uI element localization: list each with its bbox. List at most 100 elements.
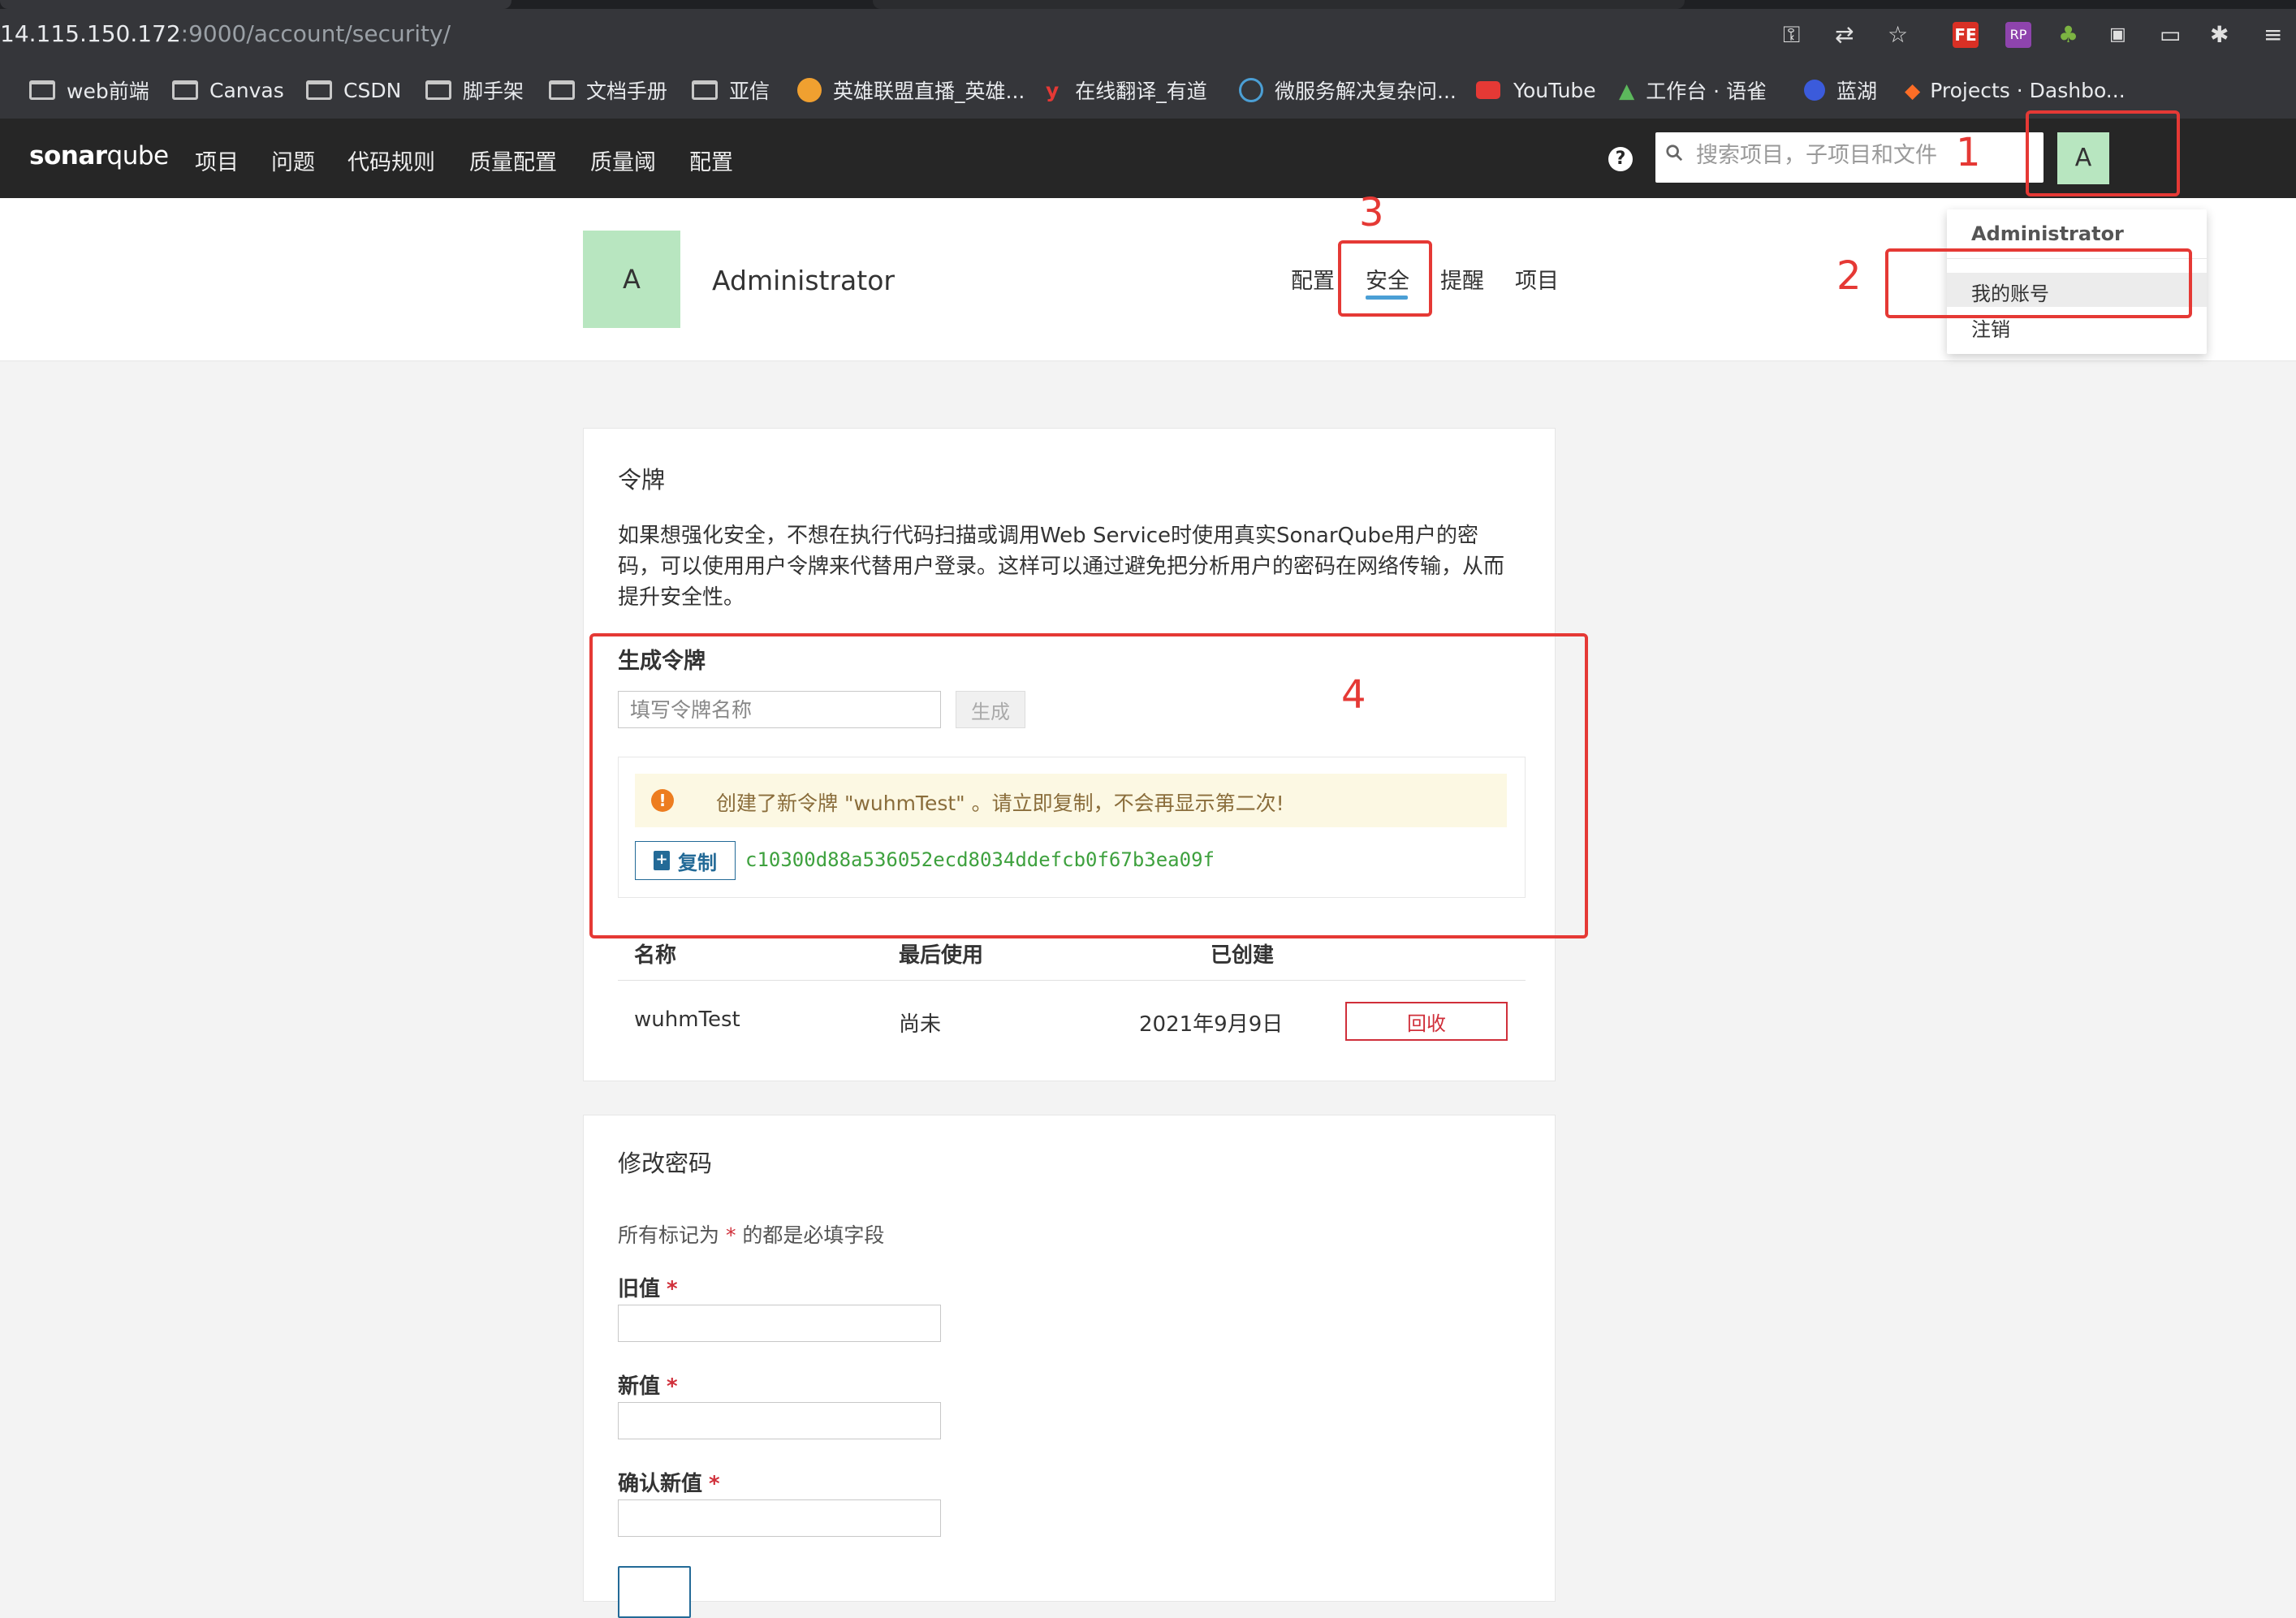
bookmark-label: 蓝湖: [1836, 80, 1878, 103]
bookmark-label: Projects · Dashbo...: [1930, 78, 2126, 102]
plant-extension-icon[interactable]: ♣: [2058, 22, 2078, 48]
column-header-last-used: 最后使用: [899, 943, 984, 968]
annotation-box-3: [1338, 240, 1432, 317]
nav-item-projects[interactable]: 项目: [195, 145, 239, 176]
nav-item-issues[interactable]: 问题: [271, 145, 315, 176]
old-password-field[interactable]: [618, 1305, 941, 1342]
bookmark-scaffold[interactable]: 脚手架: [425, 76, 524, 105]
dropdown-username: Administrator: [1971, 222, 2124, 245]
bookmark-label: 亚信: [729, 80, 770, 103]
gitlab-icon: ◆: [1905, 78, 1921, 102]
confirm-password-label: 确认新值 *: [618, 1472, 720, 1496]
folder-icon: [425, 80, 451, 100]
bookmark-asiainfo[interactable]: 亚信: [692, 76, 770, 105]
nav-item-quality-profiles[interactable]: 质量配置: [469, 145, 557, 176]
token-name-cell: wuhmTest: [634, 1007, 740, 1032]
browser-tab-active[interactable]: [0, 0, 511, 9]
annotation-box-4: [589, 633, 1588, 938]
fe-extension-icon[interactable]: FE: [1953, 22, 1979, 48]
nav-item-quality-gates[interactable]: 质量阈: [590, 145, 656, 176]
folder-icon: [692, 80, 718, 100]
folder-icon: [306, 80, 332, 100]
microservice-site-icon: [1239, 78, 1263, 102]
tokens-title: 令牌: [618, 466, 666, 494]
bookmark-lol-live[interactable]: 英雄联盟直播_英雄...: [797, 76, 1025, 105]
bookmark-lanhu[interactable]: 蓝湖: [1804, 76, 1877, 105]
bookmark-youdao[interactable]: y 在线翻译_有道: [1046, 76, 1207, 105]
bookmark-csdn[interactable]: CSDN: [306, 76, 401, 105]
token-last-used-cell: 尚未: [899, 1012, 942, 1037]
bookmark-label: CSDN: [343, 78, 402, 102]
bookmark-label: Canvas: [209, 78, 284, 102]
sonarqube-navbar: sonarqube 项目 问题 代码规则 质量配置 质量阈 配置 ? A: [0, 119, 2296, 198]
bookmark-yuque[interactable]: ▲ 工作台 · 语雀: [1619, 76, 1767, 105]
annotation-number-3: 3: [1359, 190, 1384, 235]
tab-projects[interactable]: 项目: [1515, 263, 1559, 295]
bookmark-youtube[interactable]: YouTube: [1476, 76, 1596, 105]
youdao-icon: y: [1046, 78, 1060, 102]
annotation-number-4: 4: [1341, 672, 1366, 718]
search-box[interactable]: [1655, 132, 2044, 183]
lanhu-icon: [1804, 80, 1825, 101]
nav-item-administration[interactable]: 配置: [689, 145, 733, 176]
tab-profile[interactable]: 配置: [1291, 263, 1335, 295]
tokens-description: 如果想强化安全，不想在执行代码扫描或调用Web Service时使用真实Sona…: [618, 524, 1505, 610]
column-header-name: 名称: [634, 943, 677, 968]
qr-extension-icon[interactable]: ▣: [2109, 22, 2126, 48]
bookmark-label: YouTube: [1513, 78, 1596, 102]
avatar: A: [583, 231, 680, 328]
yuque-icon: ▲: [1619, 78, 1635, 102]
puzzle-icon[interactable]: ✱: [2210, 22, 2229, 48]
bookmark-label: 英雄联盟直播_英雄...: [833, 80, 1025, 103]
bookmark-web-frontend[interactable]: web前端: [29, 76, 149, 105]
nav-item-rules[interactable]: 代码规则: [347, 145, 435, 176]
key-icon[interactable]: ⚿: [1783, 22, 1800, 48]
bookmark-label: 文档手册: [586, 80, 668, 103]
star-icon[interactable]: ☆: [1888, 22, 1908, 48]
new-password-label: 新值 *: [618, 1374, 678, 1399]
bookmark-label: web前端: [67, 80, 149, 103]
help-icon[interactable]: ?: [1608, 147, 1633, 171]
bookmark-label: 脚手架: [463, 80, 524, 103]
annotation-box-2: [1885, 248, 2192, 318]
table-divider: [618, 980, 1526, 981]
tab-notifications[interactable]: 提醒: [1440, 263, 1484, 295]
change-password-button[interactable]: [618, 1566, 691, 1618]
youtube-icon: [1476, 81, 1500, 99]
bookmark-canvas[interactable]: Canvas: [172, 76, 284, 105]
account-username: Administrator: [712, 265, 895, 296]
bookmark-microservice[interactable]: 微服务解决复杂问...: [1239, 76, 1457, 105]
change-password-card: 修改密码 所有标记为 * 的都是必填字段 旧值 * 新值 * 确认新值 *: [583, 1115, 1556, 1618]
annotation-number-2: 2: [1836, 253, 1862, 299]
annotation-number-1: 1: [1956, 130, 1981, 175]
browser-tab[interactable]: [873, 0, 1685, 9]
folder-icon: [172, 80, 198, 100]
search-icon: [1666, 145, 1683, 162]
browser-address-bar[interactable]: 14.115.150.172:9000/account/security/ ⚿ …: [0, 9, 2296, 61]
confirm-password-field[interactable]: [618, 1499, 941, 1537]
browser-tab-strip: [0, 0, 2296, 9]
bookmarks-bar: web前端 Canvas CSDN 脚手架 文档手册 亚信 英雄联盟直播_英雄.…: [0, 61, 2296, 119]
bookmark-docs[interactable]: 文档手册: [549, 76, 667, 105]
bookmark-gitlab[interactable]: ◆ Projects · Dashbo...: [1905, 76, 2126, 105]
bookmark-label: 工作台 · 语雀: [1646, 80, 1767, 103]
change-password-title: 修改密码: [618, 1150, 713, 1177]
lol-site-icon: [797, 78, 822, 102]
folder-icon: [549, 80, 575, 100]
sonarqube-logo[interactable]: sonarqube: [29, 141, 169, 170]
token-created-cell: 2021年9月9日: [1139, 1012, 1284, 1037]
translate-icon[interactable]: ⇄: [1835, 22, 1854, 48]
annotation-box-1: [2026, 110, 2180, 196]
url-path: :9000/account/security/: [180, 20, 451, 47]
bookmark-label: 在线翻译_有道: [1075, 80, 1207, 103]
column-header-created: 已创建: [1211, 943, 1275, 968]
new-password-field[interactable]: [618, 1402, 941, 1439]
bookmark-label: 微服务解决复杂问...: [1275, 80, 1457, 103]
rp-extension-icon[interactable]: RP: [2005, 22, 2031, 48]
url-text[interactable]: 14.115.150.172:9000/account/security/: [0, 20, 451, 47]
reading-list-icon[interactable]: ≡: [2264, 22, 2282, 48]
chat-extension-icon[interactable]: ▭: [2160, 22, 2181, 48]
folder-icon: [29, 80, 55, 100]
revoke-button[interactable]: 回收: [1345, 1002, 1508, 1041]
required-fields-note: 所有标记为 * 的都是必填字段: [618, 1223, 885, 1247]
